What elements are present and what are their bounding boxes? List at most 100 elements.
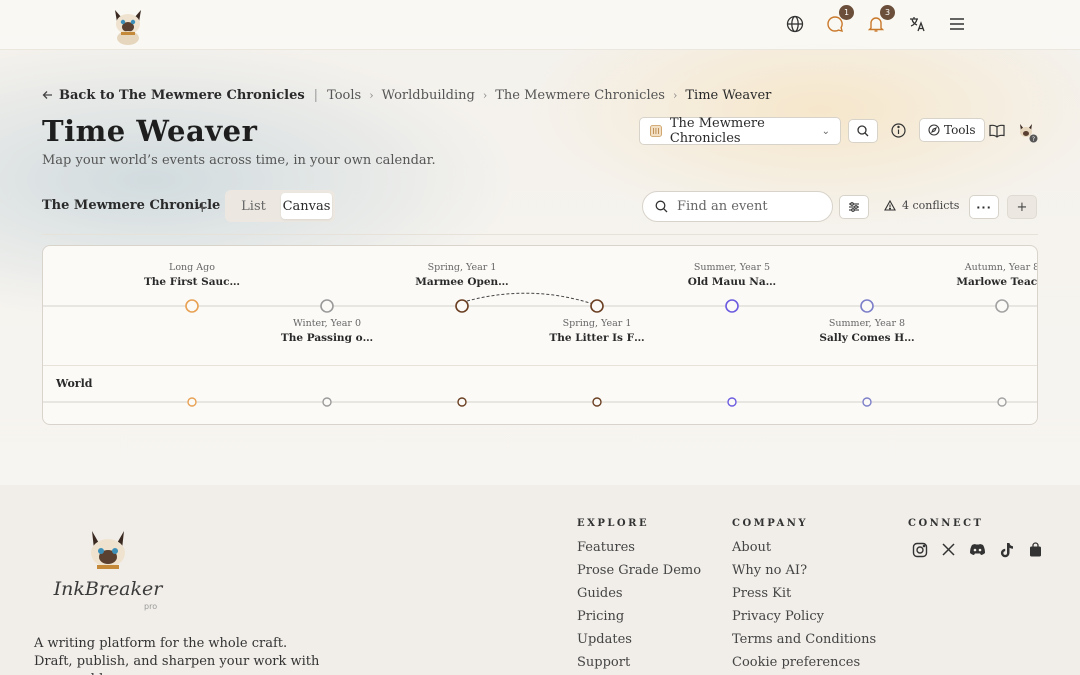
cat-logo-icon[interactable] bbox=[110, 6, 146, 46]
compass-icon bbox=[928, 124, 940, 136]
lane-event-node[interactable] bbox=[187, 397, 197, 407]
toolbar-divider bbox=[42, 234, 1038, 235]
view-canvas-button[interactable]: Canvas bbox=[281, 193, 332, 219]
page-title: Time Weaver bbox=[42, 114, 258, 148]
warning-icon bbox=[884, 200, 896, 211]
footer-link-terms[interactable]: Terms and Conditions bbox=[732, 632, 876, 655]
footer-connect: CONNECT bbox=[908, 518, 983, 540]
lane-event-node[interactable] bbox=[592, 397, 602, 407]
chevron-right-icon: › bbox=[369, 88, 374, 102]
back-link-label: Back to The Mewmere Chronicles bbox=[59, 87, 305, 103]
globe-icon[interactable] bbox=[784, 13, 806, 35]
footer-link-pricing[interactable]: Pricing bbox=[577, 609, 701, 632]
event-title[interactable]: The First Sauc… bbox=[132, 276, 252, 288]
messages-button[interactable]: 1 bbox=[824, 5, 854, 35]
tools-button[interactable]: Tools bbox=[919, 118, 985, 142]
plus-icon: + bbox=[1016, 199, 1028, 215]
svg-text:pro: pro bbox=[144, 602, 157, 611]
event-title[interactable]: The Passing o… bbox=[267, 332, 387, 344]
project-select-label: The Mewmere Chronicles bbox=[669, 116, 765, 146]
add-chronicle-icon[interactable]: + bbox=[196, 198, 209, 216]
event-node[interactable] bbox=[725, 299, 739, 313]
conflicts-indicator[interactable]: 4 conflicts bbox=[884, 199, 959, 212]
breadcrumb-separator: | bbox=[313, 87, 319, 103]
lane-event-node[interactable] bbox=[997, 397, 1007, 407]
arrow-left-icon bbox=[42, 91, 52, 99]
footer: InkBreaker pro A writing platform for th… bbox=[0, 485, 1080, 675]
event-title[interactable]: Old Mauu Na… bbox=[672, 276, 792, 288]
notifications-badge: 3 bbox=[880, 5, 895, 20]
tools-button-label: Tools bbox=[944, 123, 976, 137]
footer-explore: EXPLORE Features Prose Grade Demo Guides… bbox=[577, 518, 701, 675]
conflicts-label: 4 conflicts bbox=[902, 199, 960, 212]
chronicle-name[interactable]: The Mewmere Chronicle bbox=[42, 198, 220, 213]
footer-link-features[interactable]: Features bbox=[577, 540, 701, 563]
add-event-button[interactable]: + bbox=[1007, 195, 1037, 219]
breadcrumb-item-project[interactable]: The Mewmere Chronicles bbox=[495, 88, 665, 103]
footer-link-about[interactable]: About bbox=[732, 540, 876, 563]
inkbreaker-logo[interactable]: InkBreaker pro bbox=[52, 529, 164, 619]
search-button[interactable] bbox=[848, 119, 878, 143]
event-title[interactable]: The Litter Is F… bbox=[537, 332, 657, 344]
discord-icon[interactable] bbox=[969, 541, 986, 558]
event-date: Spring, Year 1 bbox=[562, 318, 632, 329]
event-node[interactable] bbox=[455, 299, 469, 313]
filters-button[interactable] bbox=[839, 195, 869, 219]
lane-label-world: World bbox=[56, 377, 93, 390]
instagram-icon[interactable] bbox=[911, 541, 928, 558]
footer-link-privacy[interactable]: Privacy Policy bbox=[732, 609, 876, 632]
footer-description: A writing platform for the whole craft. … bbox=[34, 636, 320, 675]
event-node[interactable] bbox=[590, 299, 604, 313]
footer-link-updates[interactable]: Updates bbox=[577, 632, 701, 655]
lane-event-node[interactable] bbox=[322, 397, 332, 407]
more-options-button[interactable]: ··· bbox=[969, 195, 999, 219]
event-title[interactable]: Sally Comes H… bbox=[807, 332, 927, 344]
breadcrumb-item-tools[interactable]: Tools bbox=[327, 88, 361, 103]
top-nav: 1 3 bbox=[0, 0, 1080, 50]
event-title[interactable]: Marmee Open… bbox=[402, 276, 522, 288]
notifications-button[interactable]: 3 bbox=[865, 5, 895, 35]
footer-link-support[interactable]: Support bbox=[577, 655, 701, 675]
project-select[interactable]: The Mewmere Chronicles ⌄ bbox=[639, 116, 841, 146]
shop-icon[interactable] bbox=[1027, 541, 1044, 558]
event-node[interactable] bbox=[995, 299, 1009, 313]
event-node[interactable] bbox=[860, 299, 874, 313]
view-list-button[interactable]: List bbox=[228, 193, 279, 219]
breadcrumb-current: Time Weaver bbox=[685, 87, 772, 103]
footer-company-heading: COMPANY bbox=[732, 518, 809, 529]
lane-event-node[interactable] bbox=[457, 397, 467, 407]
ellipsis-icon: ··· bbox=[976, 200, 992, 214]
info-icon[interactable] bbox=[890, 122, 907, 139]
event-title[interactable]: Marlowe Teac… bbox=[942, 276, 1037, 288]
footer-link-prose-grade-demo[interactable]: Prose Grade Demo bbox=[577, 563, 701, 586]
footer-link-cookies[interactable]: Cookie preferences bbox=[732, 655, 876, 675]
event-node[interactable] bbox=[185, 299, 199, 313]
footer-link-guides[interactable]: Guides bbox=[577, 586, 701, 609]
footer-company: COMPANY About Why no AI? Press Kit Priva… bbox=[732, 518, 876, 675]
footer-explore-heading: EXPLORE bbox=[577, 518, 650, 529]
menu-icon[interactable] bbox=[946, 13, 968, 35]
event-date: Long Ago bbox=[169, 262, 215, 273]
view-toggle: List Canvas bbox=[225, 190, 335, 222]
tiktok-icon[interactable] bbox=[998, 541, 1015, 558]
cat-help-icon[interactable]: ? bbox=[1017, 122, 1039, 144]
lane-event-node[interactable] bbox=[862, 397, 872, 407]
back-link[interactable]: Back to The Mewmere Chronicles bbox=[42, 88, 305, 103]
event-date: Spring, Year 1 bbox=[427, 262, 497, 273]
social-links bbox=[911, 541, 1044, 558]
footer-link-press-kit[interactable]: Press Kit bbox=[732, 586, 876, 609]
footer-link-why-no-ai[interactable]: Why no AI? bbox=[732, 563, 876, 586]
timeline-canvas[interactable]: World Long Ago The First Sauc… Winter, Yea… bbox=[42, 245, 1038, 425]
x-icon[interactable] bbox=[940, 541, 957, 558]
chevron-right-icon: › bbox=[482, 88, 488, 102]
breadcrumb-item-worldbuilding[interactable]: Worldbuilding bbox=[382, 88, 475, 103]
event-search bbox=[642, 191, 833, 222]
footer-connect-heading: CONNECT bbox=[908, 518, 984, 529]
book-icon[interactable] bbox=[989, 123, 1005, 138]
lane-event-node[interactable] bbox=[727, 397, 737, 407]
event-date: Summer, Year 5 bbox=[693, 262, 771, 273]
event-search-input[interactable] bbox=[677, 199, 817, 214]
event-node[interactable] bbox=[320, 299, 334, 313]
translate-icon[interactable] bbox=[906, 13, 928, 35]
chevron-right-icon: › bbox=[672, 88, 678, 102]
